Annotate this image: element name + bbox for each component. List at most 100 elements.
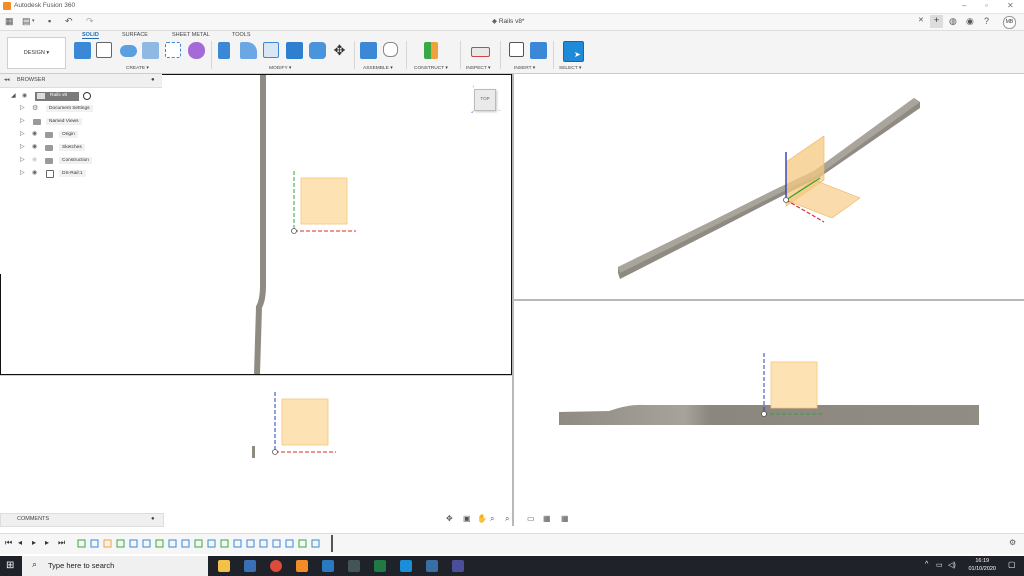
excel-icon[interactable] [374, 560, 386, 572]
file-explorer-icon[interactable] [218, 560, 230, 572]
zoom-icon[interactable]: ⌕ [490, 514, 494, 524]
combine-icon[interactable] [286, 42, 303, 59]
notifications-icon[interactable]: ▢ [1008, 560, 1016, 569]
expand-icon[interactable]: ▷ [20, 143, 25, 150]
form-icon[interactable] [188, 42, 205, 59]
viewport-right[interactable] [514, 301, 1024, 512]
calculator-icon[interactable] [244, 560, 256, 572]
browser-item-ds-rail[interactable]: ▷ ◉ DS-Rail:1 [20, 169, 160, 179]
minimize-icon[interactable]: – [962, 1, 966, 10]
play-icon[interactable]: ▸ [32, 538, 36, 547]
help-icon[interactable]: ? [984, 16, 989, 26]
create-menu[interactable]: CREATE ▾ [126, 66, 149, 71]
browser-item-sketches[interactable]: ▷ ◉ Sketches [20, 143, 160, 153]
browser-options-icon[interactable]: ● [151, 77, 155, 83]
visibility-eye-icon[interactable]: ◉ [32, 143, 37, 150]
assemble-menu[interactable]: ASSEMBLE ▾ [363, 66, 393, 71]
redo-icon[interactable]: ↷ [86, 16, 94, 27]
visibility-eye-icon[interactable]: ◉ [32, 169, 37, 176]
viewport-front[interactable] [0, 376, 512, 512]
move-icon[interactable]: ✥ [331, 42, 348, 59]
go-to-end-icon[interactable]: ⏭ [58, 538, 65, 548]
revolve-icon[interactable] [142, 42, 159, 59]
fit-icon[interactable]: ⌕ [505, 514, 509, 524]
save-icon[interactable]: ▪ [48, 16, 51, 26]
new-tab-icon[interactable]: + [930, 15, 943, 28]
tab-solid[interactable]: SOLID [82, 32, 99, 39]
app-icon[interactable] [348, 560, 360, 572]
new-component-icon[interactable] [74, 42, 91, 59]
orbit-icon[interactable]: ✥ [446, 514, 453, 523]
tab-surface[interactable]: SURFACE [122, 32, 148, 38]
go-to-start-icon[interactable]: ⏮ [5, 538, 12, 548]
network-icon[interactable]: ▭ [936, 561, 943, 569]
timeline-settings-gear-icon[interactable]: ⚙ [1009, 538, 1016, 547]
expand-icon[interactable]: ▷ [20, 156, 25, 163]
shell-icon[interactable] [263, 42, 279, 58]
teams-icon[interactable] [400, 560, 412, 572]
collapse-panel-icon[interactable]: ◂◂ [4, 77, 10, 83]
fusion-360-taskbar-icon[interactable] [296, 560, 308, 572]
browser-item-named-views[interactable]: ▷ Named Views [20, 117, 160, 127]
comments-panel[interactable]: COMMENTS ● [0, 513, 164, 527]
tab-sheet-metal[interactable]: SHEET METAL [172, 32, 210, 38]
volume-icon[interactable]: ◁) [948, 561, 956, 569]
expand-icon[interactable]: ▷ [20, 130, 25, 137]
select-menu[interactable]: SELECT ▾ [559, 66, 581, 71]
select-icon[interactable]: ➤ [563, 41, 584, 62]
close-tab-icon[interactable]: ✕ [918, 16, 924, 24]
document-tab[interactable]: ◆ Rails v8* [492, 17, 524, 25]
taskbar-clock[interactable]: 16:19 01/10/2020 [968, 558, 996, 573]
new-component-assemble-icon[interactable] [360, 42, 377, 59]
browser-item-document-settings[interactable]: ▷ ⚙ Document Settings [20, 104, 160, 114]
tray-chevron-icon[interactable]: ^ [925, 561, 928, 568]
extrude-icon[interactable] [120, 45, 137, 57]
measure-icon[interactable] [471, 47, 490, 57]
security-icon[interactable] [452, 560, 464, 572]
timeline-marker[interactable] [331, 535, 333, 552]
split-body-icon[interactable] [309, 42, 326, 59]
expand-icon[interactable]: ▷ [20, 104, 25, 111]
grid-settings-icon[interactable]: ▦ [543, 514, 551, 523]
timeline-features[interactable] [76, 538, 331, 550]
outlook-icon[interactable] [322, 560, 334, 572]
expand-icon[interactable]: ▷ [20, 169, 25, 176]
browser-root-item[interactable]: Rails v8 [35, 92, 79, 101]
expand-root-icon[interactable]: ◢ [11, 92, 16, 99]
file-menu-icon[interactable]: ▤ [22, 16, 31, 27]
modify-menu[interactable]: MODIFY ▾ [269, 66, 291, 71]
comments-add-icon[interactable]: ● [151, 516, 155, 522]
workspace-switcher-button[interactable]: DESIGN ▾ [7, 37, 66, 69]
viewport-iso[interactable] [514, 74, 1024, 299]
step-back-icon[interactable]: ◂ [18, 538, 22, 547]
insert-menu[interactable]: INSERT ▾ [514, 66, 535, 71]
offset-plane-icon[interactable] [424, 42, 438, 59]
extensions-icon[interactable]: ◍ [949, 16, 957, 27]
construct-menu[interactable]: CONSTRUCT ▾ [414, 66, 448, 71]
joint-icon[interactable] [383, 42, 398, 57]
photos-icon[interactable] [426, 560, 438, 572]
display-settings-icon[interactable]: ▭ [527, 514, 535, 523]
insert-derive-icon[interactable] [509, 42, 524, 57]
inspect-menu[interactable]: INSPECT ▾ [466, 66, 490, 71]
activate-component-icon[interactable] [83, 92, 91, 100]
step-forward-icon[interactable]: ▸ [45, 538, 49, 547]
expand-icon[interactable]: ▷ [20, 117, 25, 124]
visibility-eye-icon[interactable]: ◉ [22, 92, 27, 99]
pattern-icon[interactable] [165, 42, 181, 58]
job-status-icon[interactable]: ◉ [966, 16, 974, 27]
file-menu-chevron-icon[interactable]: ▾ [32, 18, 35, 24]
browser-item-origin[interactable]: ▷ ◉ Origin [20, 130, 160, 140]
maximize-icon[interactable]: ▫ [985, 1, 988, 10]
create-sketch-icon[interactable] [96, 42, 112, 58]
user-avatar[interactable]: MB [1003, 16, 1016, 29]
browser-item-construction[interactable]: ▷ ◉ Construction [20, 156, 160, 166]
chrome-icon[interactable] [270, 560, 282, 572]
data-panel-grid-icon[interactable]: ▦ [5, 16, 14, 27]
viewcube[interactable]: TOP [474, 89, 496, 111]
insert-canvas-icon[interactable] [530, 42, 547, 59]
visibility-eye-icon[interactable]: ◉ [32, 130, 37, 137]
viewports-icon[interactable]: ▦ [561, 514, 569, 523]
browser-header[interactable]: ◂◂ BROWSER ● [0, 74, 162, 88]
fillet-icon[interactable] [240, 42, 257, 59]
